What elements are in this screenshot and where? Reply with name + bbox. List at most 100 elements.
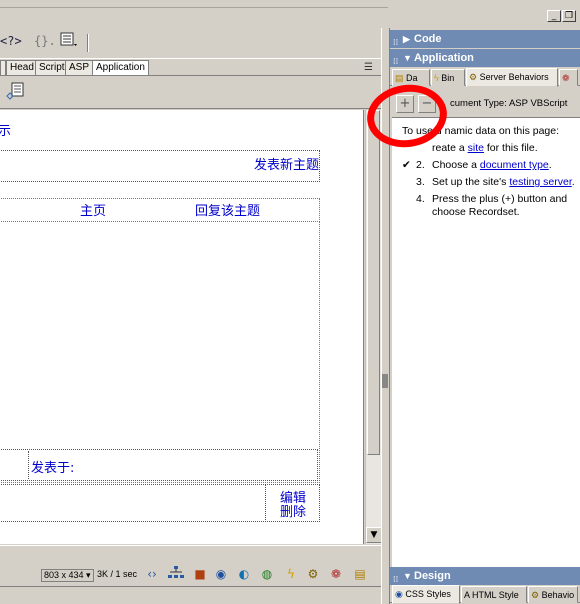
window-size-label: 803 x 434 [44,570,84,580]
globe-icon[interactable]: ◍ [258,566,276,582]
top-strip [0,0,388,8]
step-3-suffix: . [571,176,575,188]
list-options-icon[interactable] [60,32,80,53]
check-icon: ✔ [402,159,411,171]
posted-at-label: 发表于: [31,461,75,476]
tab-databases[interactable]: ▤ Da [392,69,430,86]
tab-databases-label: Da [406,73,418,83]
new-topic-link[interactable]: 发表新主题 [254,154,319,173]
collapse-arrow-icon[interactable] [382,374,388,388]
partial-link[interactable]: 示 [0,120,11,139]
add-behavior-button[interactable]: + [396,95,414,113]
step-4: 4. Press the plus (+) button and [416,193,567,206]
nav-row [0,198,320,222]
minimize-button[interactable]: _ [547,10,561,22]
step-2: ✔ 2. Choose a document type. [402,159,552,172]
html-styles-icon: A [464,590,470,600]
site-link[interactable]: site [468,142,484,154]
step-3-number: 3. [416,176,425,188]
download-time: 3K / 1 sec [97,569,138,579]
step-4-continued: choose Recordset. [432,206,520,219]
tab-behaviors[interactable]: ⚙ Behavio [528,586,578,603]
design-view[interactable]: 示 发表新主题 主页 回复该主题 发表于: 编辑 删除 [0,110,364,544]
application-panel-title: Application [414,52,474,64]
code-panel-header[interactable]: ⁞⁞ ▶ Code [390,30,580,48]
tab-components[interactable]: ❁ [559,69,578,86]
insert-tab-asp[interactable]: ASP [65,60,94,75]
reference-icon[interactable]: ◐ [235,566,253,582]
server-behaviors-content: To use d namic data on this page: reate … [392,117,580,567]
assets-icon[interactable]: ■ [191,566,209,582]
document-type-link[interactable]: document type [480,159,549,171]
tab-bindings-label: Bin [441,73,455,83]
code-panel-title: Code [414,33,442,45]
components-icon[interactable]: ❁ [327,566,345,582]
collapse-arrow-icon[interactable]: ▼ [403,567,412,585]
tab-css-styles-label: CSS Styles [405,589,451,599]
step-4-text-continued: choose Recordset. [432,206,520,218]
testing-server-link[interactable]: testing server [509,176,571,188]
scroll-down-button[interactable]: ▼ [366,527,382,543]
tab-bindings[interactable]: ϟ Bin [431,69,465,86]
step-3: 3. Set up the site's testing server. [416,176,575,189]
databases-icon: ▤ [395,73,404,83]
braces-icon[interactable]: {}. [34,34,56,48]
step-2-number: 2. [416,159,425,171]
design-panel-header[interactable]: ⁞⁞ ▼ Design [390,567,580,585]
application-tabs: ▤ Da ϟ Bin ⚙ Server Behaviors ❁ [390,68,580,87]
step-2-text: Choose a [432,159,480,171]
scroll-thumb[interactable] [367,110,380,455]
status-divider [0,586,388,587]
databases-icon[interactable]: ▤ [351,566,369,582]
document-type-label: cument Type: ASP VBScript [450,98,568,109]
css-icon: ◉ [395,589,403,599]
css-icon[interactable]: ◉ [212,566,230,582]
remove-behavior-button[interactable]: − [418,95,436,113]
insert-tab-head[interactable]: Head [6,60,38,75]
code-nav-status-icon[interactable]: ‹› [143,566,161,582]
design-panel-title: Design [414,570,451,582]
vertical-scrollbar[interactable]: ▼ [365,110,382,544]
step-2-suffix: . [548,159,552,171]
design-tabs: ◉ CSS Styles A HTML Style ⚙ Behavio [390,585,580,604]
step-1-text: reate a [432,142,468,154]
toolbar-separator [87,34,89,52]
collapse-arrow-icon[interactable]: ▼ [403,49,412,67]
tab-html-styles[interactable]: A HTML Style [461,586,527,603]
restore-button[interactable]: ❐ [562,10,576,22]
insert-tab-script[interactable]: Script [35,60,69,75]
insert-tabs: Head Script ASP Application ☰ [0,58,388,76]
server-behaviors-icon[interactable]: ⚙ [304,566,322,582]
window-size-menu[interactable]: 803 x 434 ▾ [41,569,94,582]
step-3-text: Set up the site's [432,176,510,188]
tab-server-behaviors[interactable]: ⚙ Server Behaviors [466,68,558,87]
insert-options-menu-icon[interactable]: ☰ [364,62,373,73]
insert-tab-application[interactable]: Application [92,60,149,75]
tab-css-styles[interactable]: ◉ CSS Styles [392,585,460,604]
tab-html-styles-label: HTML Style [472,590,519,600]
server-behaviors-icon: ⚙ [469,72,478,82]
site-map-icon[interactable] [167,566,185,582]
intro-text: To use d namic data on this page: [402,125,560,137]
insert-object-icon[interactable] [6,82,26,105]
window-titlebar-right [390,0,580,8]
bindings-icon: ϟ [434,73,439,83]
code-navigation-icon[interactable]: <?> [0,34,22,48]
components-icon: ❁ [562,73,570,83]
application-panel-header[interactable]: ⁞⁞ ▼ Application [390,49,580,67]
delete-link[interactable]: 删除 [280,501,306,520]
post-table [0,221,320,483]
server-behaviors-toolbar: + − cument Type: ASP VBScript [390,93,580,117]
step-1: reate a site for this file. [402,142,538,155]
step-4-number: 4. [416,193,425,205]
reply-link[interactable]: 回复该主题 [195,200,260,219]
home-link[interactable]: 主页 [80,200,106,219]
insert-toolbar [0,77,388,109]
tab-behaviors-label: Behavio [541,590,575,600]
document-toolbar: <?> {}. [0,28,388,56]
step-4-text: Press the plus (+) button and [432,193,568,205]
bindings-icon[interactable]: ϟ [282,566,300,582]
panel-splitter[interactable] [381,28,390,604]
step-1-suffix: for this file. [483,142,538,154]
expand-arrow-icon[interactable]: ▶ [403,30,410,48]
